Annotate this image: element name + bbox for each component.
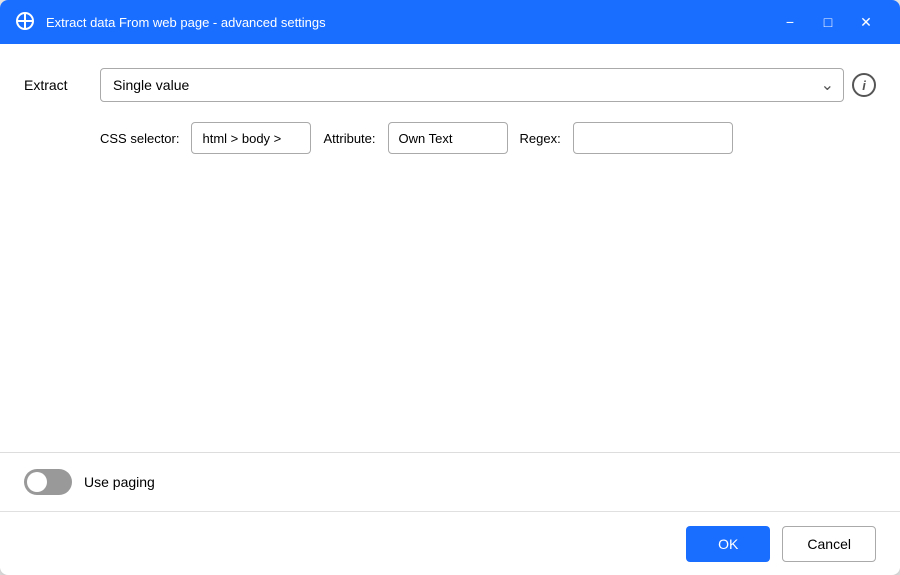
use-paging-label: Use paging bbox=[84, 474, 155, 490]
dialog-window: Extract data From web page - advanced se… bbox=[0, 0, 900, 575]
attribute-label: Attribute: bbox=[323, 131, 375, 146]
close-button[interactable]: ✕ bbox=[848, 6, 884, 38]
css-selector-input[interactable] bbox=[191, 122, 311, 154]
dialog-title: Extract data From web page - advanced se… bbox=[46, 15, 772, 30]
use-paging-toggle[interactable] bbox=[24, 469, 72, 495]
maximize-button[interactable]: □ bbox=[810, 6, 846, 38]
window-controls: − □ ✕ bbox=[772, 6, 884, 38]
globe-icon bbox=[16, 12, 34, 30]
minimize-button[interactable]: − bbox=[772, 6, 808, 38]
dialog-content: Extract Single value Multiple values Tab… bbox=[0, 44, 900, 511]
dialog-footer: OK Cancel bbox=[0, 511, 900, 575]
paging-row: Use paging bbox=[0, 452, 900, 511]
app-icon bbox=[16, 12, 36, 32]
extract-select[interactable]: Single value Multiple values Table bbox=[100, 68, 844, 102]
content-spacer bbox=[24, 154, 876, 452]
regex-input[interactable] bbox=[573, 122, 733, 154]
attribute-input[interactable] bbox=[388, 122, 508, 154]
title-bar: Extract data From web page - advanced se… bbox=[0, 0, 900, 44]
extract-row: Extract Single value Multiple values Tab… bbox=[24, 68, 876, 102]
info-icon[interactable]: i bbox=[852, 73, 876, 97]
ok-button[interactable]: OK bbox=[686, 526, 770, 562]
css-selector-label: CSS selector: bbox=[100, 131, 179, 146]
extract-select-container: Single value Multiple values Table ⌄ i bbox=[100, 68, 876, 102]
extract-label: Extract bbox=[24, 77, 84, 93]
toggle-knob bbox=[27, 472, 47, 492]
cancel-button[interactable]: Cancel bbox=[782, 526, 876, 562]
extract-select-wrapper: Single value Multiple values Table ⌄ bbox=[100, 68, 844, 102]
css-selector-row: CSS selector: Attribute: Regex: bbox=[100, 122, 876, 154]
regex-label: Regex: bbox=[520, 131, 561, 146]
